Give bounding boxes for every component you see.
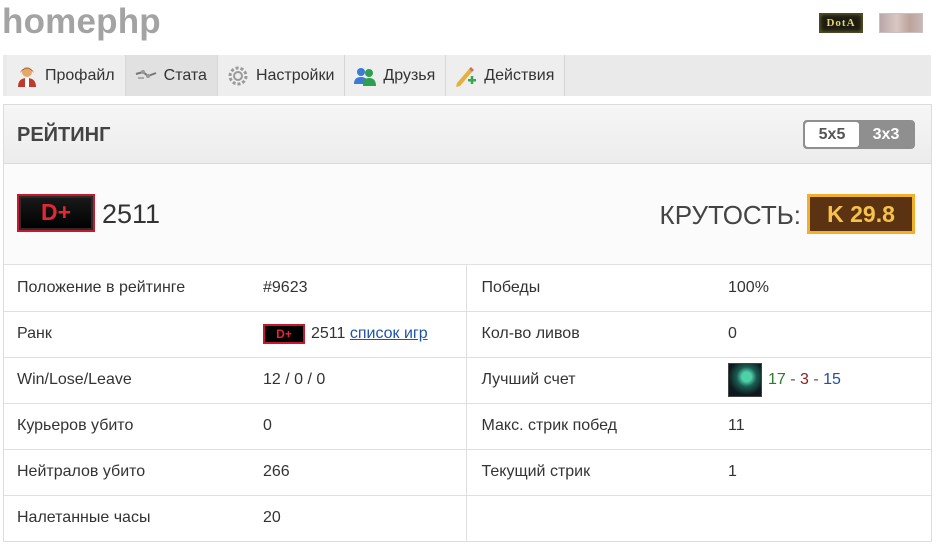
table-row: Win/Lose/Leave 12 / 0 / 0 Лучший счет 17… [4,357,931,404]
nav-tabs: Профайл Стата Настройки Друзья Действия [3,55,931,96]
stat-key: Победы [466,265,713,312]
dota-badge-icon[interactable]: DotA [819,13,863,33]
tab-actions[interactable]: Действия [446,55,566,96]
table-row: Налетанные часы 20 [4,495,931,541]
stats-icon [134,64,158,88]
mode-switch: 5x5 3x3 [803,120,915,149]
best-deaths: 3 [800,371,809,389]
stat-key: Текущий стрик [466,449,713,496]
friends-icon [353,64,377,88]
user-icon [15,64,39,88]
table-row: Курьеров убито 0 Макс. стрик побед 11 [4,403,931,450]
stat-value: 20 [250,495,467,541]
rank-value: 2511 [102,199,161,229]
stat-value: 1 [713,449,931,496]
rating-panel-header: РЕЙТИНГ 5x5 3x3 [4,105,931,164]
gear-icon [226,64,250,88]
stat-value: 11 [713,403,931,450]
rating-summary: D+ 2511 КРУТОСТЬ: K 29.8 [4,164,931,265]
panel-title: РЕЙТИНГ [17,124,111,146]
stat-value: 12 / 0 / 0 [250,357,467,404]
hand-badge-icon[interactable] [879,13,923,33]
stat-value: 0 [713,311,931,358]
stat-key: Лучший счет [466,357,713,404]
tab-settings[interactable]: Настройки [217,55,346,96]
coolness-label: КРУТОСТЬ: [659,200,801,230]
stat-value: 100% [713,265,931,312]
table-row: Ранк D+ 2511 список игр Кол-во ливов 0 [4,311,931,358]
table-row: Положение в рейтинге #9623 Победы 100% [4,265,931,312]
stat-key: Положение в рейтинге [4,265,250,312]
best-score: 17 - 3 - 15 [713,357,931,404]
stat-key: Налетанные часы [17,509,151,527]
best-kills: 17 [768,371,786,389]
kda-separator: - [808,371,824,389]
stat-value-empty [713,495,931,541]
stat-key: Ранк [4,311,250,358]
stats-table: Положение в рейтинге #9623 Победы 100% Р… [4,265,931,541]
tab-settings-label: Настройки [255,66,335,84]
tab-profile-label: Профайл [45,66,115,84]
mini-rank-badge: D+ [263,324,305,344]
stat-value: 266 [250,449,467,496]
mode-3x3-button[interactable]: 3x3 [859,122,913,147]
rank-badge: D+ [17,194,95,232]
stat-value: #9623 [250,265,467,312]
stat-key-empty [466,495,713,541]
games-list-link[interactable]: список игр [350,325,428,342]
stat-key: Нейтралов убито [4,449,250,496]
tab-profile[interactable]: Профайл [7,55,126,96]
tab-friends[interactable]: Друзья [345,55,447,96]
stat-key: Win/Lose/Leave [4,357,250,404]
rank-number: 2511 [311,325,346,343]
stat-key: Курьеров убито [4,403,250,450]
tab-friends-label: Друзья [383,66,436,84]
table-row: Нейтралов убито 266 Текущий стрик 1 [4,449,931,496]
stat-key: Макс. стрик побед [466,403,713,450]
site-title: homephp [2,2,161,41]
rating-panel: РЕЙТИНГ 5x5 3x3 D+ 2511 КРУТОСТЬ: K 29.8… [3,104,932,542]
coolness-value: K 29.8 [807,194,915,234]
tab-stats-label: Стата [163,66,207,84]
stat-key: Кол-во ливов [466,311,713,358]
hero-portrait-icon[interactable] [728,363,762,397]
pencil-icon [454,64,478,88]
tab-stats[interactable]: Стата [125,55,218,96]
stat-value: 0 [250,403,467,450]
best-assists: 15 [823,371,841,389]
kda-separator: - [785,371,801,389]
stat-value-rank: D+ 2511 список игр [250,311,467,358]
tab-actions-label: Действия [484,66,555,84]
mode-5x5-button[interactable]: 5x5 [805,122,859,147]
